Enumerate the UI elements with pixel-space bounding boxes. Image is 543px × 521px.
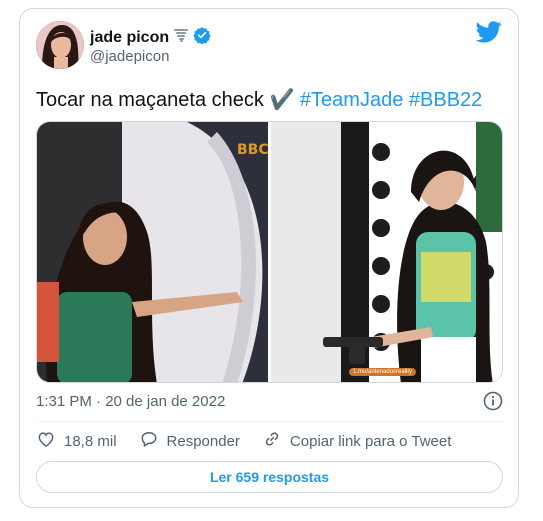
media-image-right[interactable]: 1.mu/antenadosreality — [271, 122, 502, 382]
heart-icon — [36, 429, 56, 453]
copy-link-label: Copiar link para o Tweet — [289, 432, 452, 450]
tweet-card: jade picon @jadepicon Tocar na maçaneta … — [19, 8, 519, 508]
tweet-text-body: Tocar na maçaneta check ✔️ — [36, 89, 300, 111]
action-bar: 18,8 mil Responder Copiar link para o Tw… — [36, 429, 473, 453]
divider — [36, 421, 503, 422]
tweet-text: Tocar na maçaneta check ✔️ #TeamJade #BB… — [36, 87, 482, 113]
watermark-label: 1.mu/antenadosreality — [349, 368, 417, 376]
author-name[interactable]: jade picon — [90, 29, 169, 47]
reply-button[interactable]: Responder — [139, 429, 240, 453]
info-icon[interactable] — [483, 391, 503, 411]
twitter-bird-icon[interactable] — [475, 21, 502, 43]
verified-badge-icon — [193, 26, 211, 49]
read-replies-button[interactable]: Ler 659 respostas — [36, 461, 503, 493]
copy-link-button[interactable]: Copiar link para o Tweet — [262, 429, 451, 453]
link-icon — [262, 429, 282, 453]
author-name-row[interactable]: jade picon — [90, 26, 211, 49]
reply-label: Responder — [166, 432, 240, 450]
avatar[interactable] — [36, 21, 84, 69]
reply-icon — [139, 429, 159, 453]
svg-text:BBC: BBC — [237, 142, 268, 158]
meta-row: 1:31 PM · 20 de jan de 2022 — [36, 391, 503, 411]
timestamp[interactable]: 1:31 PM · 20 de jan de 2022 — [36, 393, 225, 410]
media-image-left[interactable]: BBC — [37, 122, 268, 382]
author-handle[interactable]: @jadepicon — [90, 48, 169, 65]
hashtag-teamjade[interactable]: #TeamJade — [300, 89, 403, 111]
tornado-emoji-icon — [173, 27, 189, 48]
hashtag-bbb22[interactable]: #BBB22 — [409, 89, 482, 111]
media-grid[interactable]: BBC 1.mu/antenadosreality — [36, 121, 503, 383]
like-count: 18,8 mil — [64, 432, 117, 450]
like-button[interactable]: 18,8 mil — [36, 429, 117, 453]
